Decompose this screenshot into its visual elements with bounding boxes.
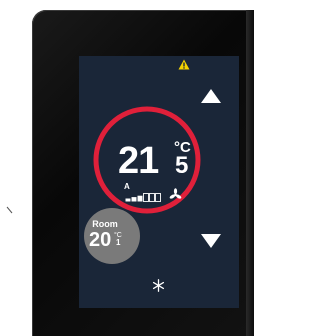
setpoint-decimal: 5 [175,152,189,179]
fan-speed-bars[interactable] [125,190,165,202]
thermostat-screen: 21 °C 5 A [79,56,239,308]
room-temperature-badge: Room 20 °C 1 [84,208,140,264]
setpoint-integer: 21 [118,140,159,182]
fan-bar-filled [137,195,143,202]
fan-bar-empty [155,193,161,202]
snowflake-icon[interactable] [152,279,165,292]
fan-bar-filled [125,198,131,202]
setpoint-dial[interactable]: 21 °C 5 A [91,102,203,218]
room-temperature-decimal: 1 [116,238,121,247]
room-temperature-integer: 20 [89,229,112,251]
warning-triangle-icon[interactable] [178,59,190,70]
room-label: Room [92,219,118,229]
fan-icon [169,188,182,199]
fan-bar-filled [131,197,137,202]
fan-bar-empty [149,193,155,202]
side-slash-mark [6,206,13,214]
device-bezel-edge [246,10,254,336]
decrease-setpoint-button[interactable] [198,231,224,251]
fan-bar-empty [143,193,149,202]
